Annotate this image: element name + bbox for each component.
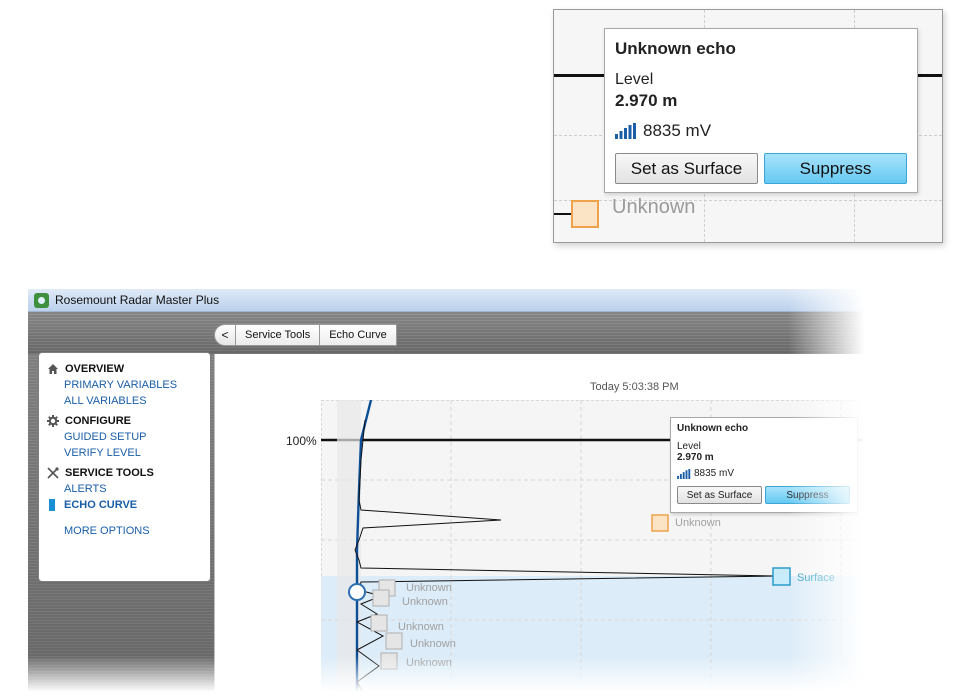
sidebar-item-all-variables[interactable]: ALL VARIABLES bbox=[47, 395, 210, 407]
title-bar: Rosemount Radar Master Plus bbox=[28, 289, 878, 312]
level-100-label: 100% bbox=[286, 434, 317, 448]
unknown-echo-marker[interactable] bbox=[380, 652, 398, 670]
popup-level-value: 2.970 m bbox=[677, 452, 714, 463]
breadcrumb: < Service Tools Echo Curve bbox=[214, 324, 397, 346]
unknown-echo-marker[interactable] bbox=[385, 632, 403, 650]
popup-title: Unknown echo bbox=[677, 423, 749, 434]
app-icon bbox=[34, 292, 49, 308]
sidebar-section-overview[interactable]: OVERVIEW bbox=[47, 363, 210, 375]
popup-amplitude: 8835 mV bbox=[694, 468, 735, 479]
sidebar-item-more-options[interactable]: MORE OPTIONS bbox=[47, 525, 210, 537]
unknown-echo-marker[interactable] bbox=[372, 589, 390, 607]
surface-label: Surface bbox=[797, 572, 835, 584]
sidebar-section-label: OVERVIEW bbox=[65, 363, 125, 375]
popup-title: Unknown echo bbox=[615, 39, 736, 58]
unknown-echo-label: Unknown bbox=[410, 638, 456, 650]
unknown-echo-marker[interactable] bbox=[651, 514, 669, 532]
sidebar-item-guided-setup[interactable]: GUIDED SETUP bbox=[47, 431, 210, 443]
window-title: Rosemount Radar Master Plus bbox=[55, 293, 220, 307]
unknown-echo-label: Unknown bbox=[402, 596, 448, 608]
unknown-echo-label: Unknown bbox=[612, 196, 696, 218]
echo-timestamp: Today 5:03:38 PM bbox=[590, 381, 679, 393]
surface-marker[interactable] bbox=[772, 567, 791, 586]
sidebar: OVERVIEW PRIMARY VARIABLES ALL VARIABLES… bbox=[38, 352, 211, 582]
signal-strength-icon bbox=[677, 468, 691, 479]
suppress-button[interactable]: Suppress bbox=[765, 486, 850, 504]
surface-position-marker[interactable] bbox=[348, 583, 366, 601]
suppress-button[interactable]: Suppress bbox=[764, 153, 907, 184]
sidebar-item-verify-level[interactable]: VERIFY LEVEL bbox=[47, 447, 210, 459]
popup-level-value: 2.970 m bbox=[615, 91, 678, 110]
tools-icon bbox=[47, 467, 59, 479]
unknown-echo-marker[interactable] bbox=[571, 200, 599, 228]
gear-icon bbox=[47, 415, 59, 427]
unknown-echo-marker[interactable] bbox=[370, 614, 388, 632]
breadcrumb-service-tools[interactable]: Service Tools bbox=[236, 324, 321, 346]
home-icon bbox=[48, 364, 58, 374]
sidebar-section-service-tools[interactable]: SERVICE TOOLS bbox=[47, 467, 210, 479]
set-as-surface-button[interactable]: Set as Surface bbox=[615, 153, 758, 184]
echo-popup: Unknown echo Level 2.970 m 8835 mV Set a… bbox=[670, 417, 858, 513]
sidebar-section-configure[interactable]: CONFIGURE bbox=[47, 415, 210, 427]
popup-level-label: Level bbox=[615, 71, 654, 88]
unknown-echo-label: Unknown bbox=[406, 582, 452, 594]
echo-peak-line bbox=[554, 213, 572, 215]
unknown-echo-label: Unknown bbox=[675, 517, 721, 529]
sidebar-item-primary-variables[interactable]: PRIMARY VARIABLES bbox=[47, 379, 210, 391]
set-as-surface-button[interactable]: Set as Surface bbox=[677, 486, 762, 504]
unknown-echo-label: Unknown bbox=[406, 657, 452, 669]
signal-strength-icon bbox=[615, 123, 636, 139]
popup-amplitude: 8835 mV bbox=[643, 121, 712, 140]
sidebar-section-label: CONFIGURE bbox=[65, 415, 131, 427]
sidebar-section-label: SERVICE TOOLS bbox=[65, 467, 154, 479]
breadcrumb-echo-curve: Echo Curve bbox=[320, 324, 397, 346]
sidebar-item-echo-curve[interactable]: ECHO CURVE bbox=[47, 499, 210, 511]
popup-level-label: Level bbox=[677, 441, 701, 452]
echo-popup-zoomed: Unknown echo Level 2.970 m 8835 mV Set a… bbox=[604, 28, 918, 193]
sidebar-item-alerts[interactable]: ALERTS bbox=[47, 483, 210, 495]
unknown-echo-label: Unknown bbox=[398, 621, 444, 633]
zoom-callout: Unknown Unknown echo Level 2.970 m 8835 … bbox=[553, 9, 943, 243]
back-button[interactable]: < bbox=[214, 324, 236, 346]
header-band bbox=[28, 312, 878, 354]
